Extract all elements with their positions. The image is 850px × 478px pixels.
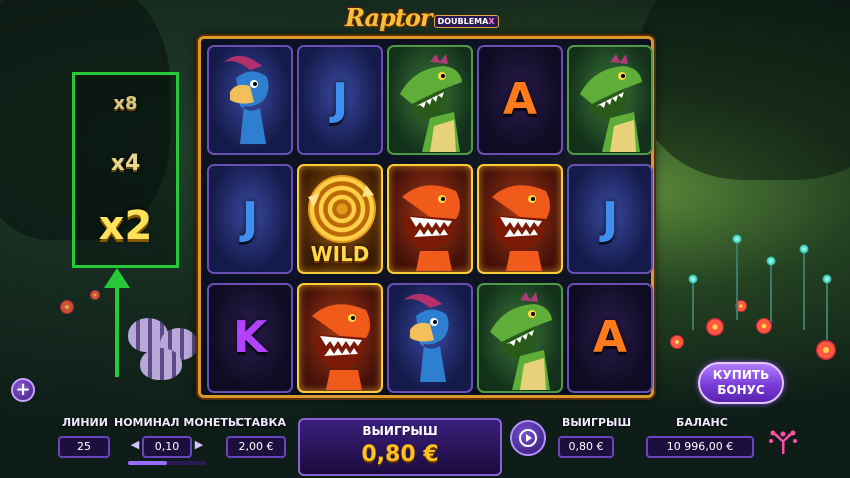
game-logo: Raptor DOUBLEMAX <box>345 2 499 32</box>
coin-increase-button[interactable]: ▶ <box>192 437 206 453</box>
reel-symbol <box>387 164 473 274</box>
reel-3 <box>387 45 473 393</box>
symbol-letter-a: A <box>592 312 628 363</box>
logo-subtitle: DOUBLEMAX <box>433 15 499 28</box>
reel-symbol: WILD <box>297 164 383 274</box>
buy-bonus-line2: БОНУС <box>717 383 765 397</box>
plus-icon[interactable]: + <box>11 378 35 402</box>
reel-symbol: J <box>567 164 653 274</box>
lines-label: ЛИНИИ <box>62 416 108 429</box>
reel-symbol <box>207 45 293 155</box>
spin-icon <box>519 429 537 447</box>
win-main-value: 0,80 € <box>361 442 439 467</box>
reel-symbol: J <box>297 45 383 155</box>
coin-label: НОМИНАЛ МОНЕТЫ <box>114 416 240 429</box>
reel-symbol: A <box>567 283 653 393</box>
arrow-shaft <box>115 285 119 377</box>
spin-button[interactable] <box>510 420 546 456</box>
reel-2: J WILD <box>297 45 383 393</box>
balance-value: 10 996,00 € <box>646 436 754 458</box>
win-main-label: ВЫИГРЫШ <box>362 424 438 438</box>
trex-symbol-icon <box>312 304 370 390</box>
symbol-letter-j: J <box>601 193 619 244</box>
win-label: ВЫИГРЫШ <box>562 416 632 429</box>
logo-title: Raptor <box>345 3 433 32</box>
raptor-symbol-icon <box>400 54 462 152</box>
win-value: 0,80 € <box>558 436 614 458</box>
multiplier-x8: x8 <box>113 93 138 114</box>
multiplier-x4: x4 <box>110 151 141 176</box>
reel-symbol <box>477 283 563 393</box>
symbol-letter-k: K <box>232 312 268 363</box>
reel-symbol: K <box>207 283 293 393</box>
symbol-letter-a: A <box>502 74 538 125</box>
logo-subtitle-prefix: DOUBLEMA <box>437 17 489 26</box>
logo-subtitle-suffix: X <box>488 17 495 26</box>
trex-symbol-icon <box>402 185 460 271</box>
reel-symbol <box>477 164 563 274</box>
reel-symbol: J <box>207 164 293 274</box>
coin-level-bar <box>128 461 206 465</box>
coin-level-fill <box>128 461 167 465</box>
coin-value: 0,10 <box>142 436 192 458</box>
symbol-letter-j: J <box>241 193 259 244</box>
wild-label: WILD <box>310 242 370 266</box>
lines-value: 25 <box>58 436 110 458</box>
reel-5: JA <box>567 45 653 393</box>
parasaurolophus-symbol-icon <box>404 293 449 382</box>
balance-label: БАЛАНС <box>676 416 728 429</box>
reel-symbol <box>387 45 473 155</box>
raptor-symbol-icon <box>490 292 552 390</box>
buy-bonus-line1: КУПИТЬ <box>712 368 770 382</box>
reel-4: A <box>477 45 563 393</box>
bet-value[interactable]: 2,00 € <box>226 436 286 458</box>
bet-label: СТАВКА <box>236 416 286 429</box>
buy-bonus-button[interactable]: КУПИТЬ БОНУС <box>698 362 784 404</box>
raptor-symbol-icon <box>580 54 642 152</box>
reel-symbol <box>297 283 383 393</box>
symbol-letter-j: J <box>331 74 349 125</box>
yggdrasil-logo-icon <box>769 430 797 454</box>
reel-grid: JKJ WILD A J A <box>198 36 654 398</box>
win-main-panel: ВЫИГРЫШ 0,80 € <box>298 418 502 476</box>
trex-symbol-icon <box>492 185 550 271</box>
multiplier-panel: x8 x4 x2 <box>72 72 179 268</box>
parasaurolophus-symbol-icon <box>224 55 269 144</box>
reel-symbol <box>387 283 473 393</box>
multiplier-x2: x2 <box>98 203 153 249</box>
reel-1: JK <box>207 45 293 393</box>
reel-symbol: A <box>477 45 563 155</box>
reel-symbol <box>567 45 653 155</box>
coin-decrease-button[interactable]: ◀ <box>128 437 142 453</box>
